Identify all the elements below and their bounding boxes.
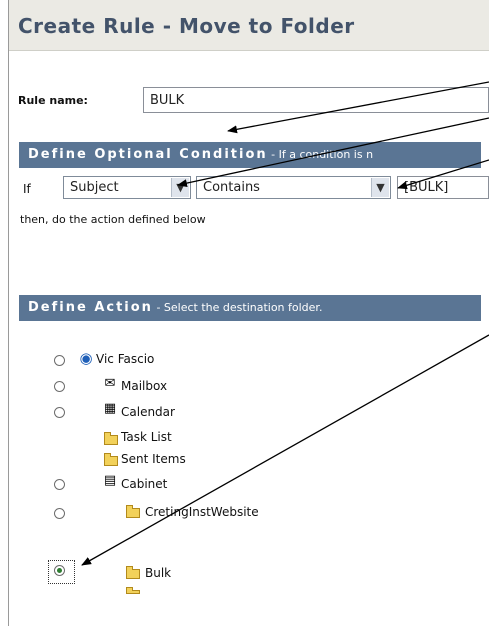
mailbox-icon: ✉ [104,376,116,391]
tree-item-label[interactable]: Sent Items [121,452,186,466]
globe-user-icon: ◉ [79,349,93,367]
condition-heading: Define Optional Condition [28,147,268,162]
tree-item-label[interactable]: CretingInstWebsite [145,505,259,519]
folder-radio-cretinginstwebsite[interactable] [54,508,65,519]
page-title: Create Rule - Move to Folder [18,14,355,38]
then-text: then, do the action defined below [20,213,206,226]
condition-value-input[interactable] [397,176,489,199]
folder-radio-cabinet[interactable] [54,479,65,490]
folder-icon [126,587,140,594]
condition-header: Define Optional Condition - If a conditi… [19,142,481,168]
chevron-down-icon: ▼ [171,178,189,197]
tree-item-label[interactable]: Vic Fascio [96,352,154,366]
if-label: If [23,182,31,196]
rule-name-label: Rule name: [18,94,88,107]
condition-operator-select[interactable]: Contains ▼ [196,176,391,199]
folder-radio-vic-fascio[interactable] [54,355,65,366]
folder-radio-mailbox[interactable] [54,381,65,392]
chevron-down-icon: ▼ [371,178,389,197]
condition-field-select[interactable]: Subject ▼ [63,176,191,199]
folder-icon [126,566,140,579]
condition-hint: - If a condition is n [267,148,374,161]
sent-folder-icon [104,453,118,466]
action-hint: - Select the destination folder. [152,301,323,314]
action-heading: Define Action [28,300,153,315]
rule-name-input[interactable] [143,87,489,113]
calendar-icon: ▦ [103,401,117,416]
folder-radio-calendar[interactable] [54,407,65,418]
tree-item-label[interactable]: Calendar [121,405,175,419]
tree-item-label[interactable]: Bulk [145,566,171,580]
action-header: Define Action - Select the destination f… [19,295,481,321]
title-bar: Create Rule - Move to Folder [9,0,489,51]
tree-item-label[interactable]: Mailbox [121,379,167,393]
condition-field-value: Subject [70,180,119,195]
tree-item-label[interactable]: Task List [121,430,172,444]
folder-radio-bulk[interactable] [54,565,65,576]
cabinet-icon: ▤ [103,473,117,488]
tree-item-label[interactable]: Cabinet [121,477,167,491]
folder-icon [126,505,140,518]
condition-operator-value: Contains [203,180,260,195]
task-folder-icon [104,432,118,445]
